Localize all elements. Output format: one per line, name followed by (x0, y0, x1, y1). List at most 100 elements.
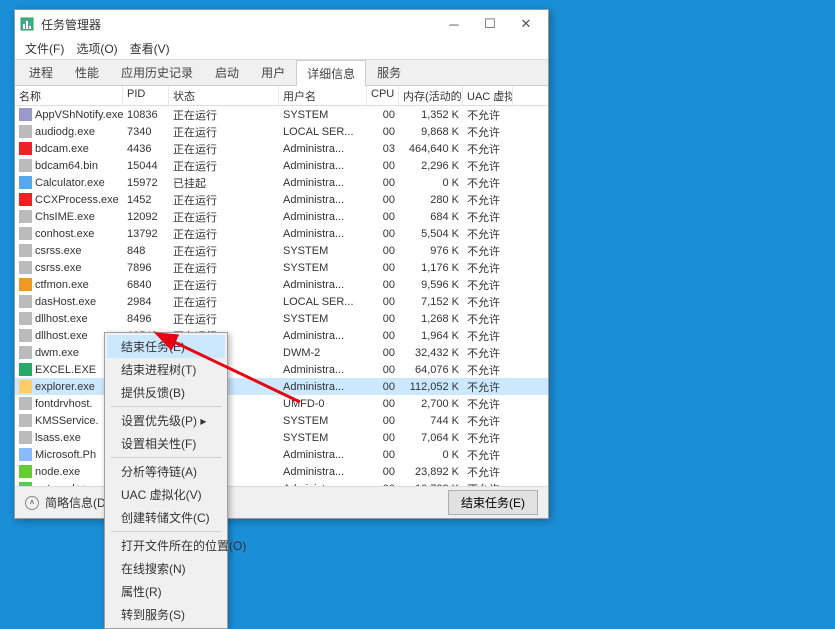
menu-item[interactable]: 查看(V) (124, 38, 176, 59)
context-menu-item[interactable]: 分析等待链(A) (107, 460, 225, 483)
col-status[interactable]: 状态 (169, 86, 279, 105)
context-menu-item[interactable]: UAC 虚拟化(V) (107, 483, 225, 506)
table-row[interactable]: AppVShNotify.exe10836正在运行SYSTEM001,352 K… (15, 106, 548, 123)
table-row[interactable]: ChsIME.exe12092正在运行Administra...00684 K不… (15, 208, 548, 225)
process-user: Administra... (279, 160, 367, 172)
table-row[interactable]: node.exeAdministra...0023,892 K不允许 (15, 463, 548, 480)
process-uac: 不允许 (463, 277, 513, 293)
context-menu-item[interactable]: 转到服务(S) (107, 603, 225, 626)
menu-item[interactable]: 选项(O) (70, 38, 123, 59)
col-mem[interactable]: 内存(活动的) (399, 86, 463, 105)
process-uac: 不允许 (463, 362, 513, 378)
process-mem: 32,432 K (399, 347, 463, 359)
context-menu[interactable]: 结束任务(E)结束进程树(T)提供反馈(B) 设置优先级(P) ▸设置相关性(F)… (104, 332, 228, 629)
table-row[interactable]: lsass.exeSYSTEM007,064 K不允许 (15, 429, 548, 446)
tab[interactable]: 用户 (250, 59, 296, 85)
fewer-details-toggle[interactable]: ˄ 简略信息(D) (25, 494, 110, 511)
process-icon (19, 210, 32, 223)
tab[interactable]: 进程 (18, 59, 64, 85)
table-row[interactable]: csrss.exe7896正在运行SYSTEM001,176 K不允许 (15, 259, 548, 276)
process-icon (19, 193, 32, 206)
process-cpu: 00 (367, 364, 399, 376)
process-cpu: 00 (367, 109, 399, 121)
process-user: LOCAL SER... (279, 296, 367, 308)
process-name: csrss.exe (35, 262, 81, 274)
process-user: SYSTEM (279, 415, 367, 427)
tab[interactable]: 服务 (366, 59, 412, 85)
process-icon (19, 244, 32, 257)
table-row[interactable]: dasHost.exe2984正在运行LOCAL SER...007,152 K… (15, 293, 548, 310)
process-icon (19, 108, 32, 121)
tab[interactable]: 应用历史记录 (110, 59, 204, 85)
process-uac: 不允许 (463, 192, 513, 208)
table-row[interactable]: fontdrvhost.UMFD-0002,700 K不允许 (15, 395, 548, 412)
table-row[interactable]: explorer.exeAdministra...00112,052 K不允许 (15, 378, 548, 395)
titlebar[interactable]: 任务管理器 ─ ☐ ✕ (15, 10, 548, 38)
process-mem: 0 K (399, 177, 463, 189)
table-row[interactable]: KMSService.SYSTEM00744 K不允许 (15, 412, 548, 429)
process-cpu: 00 (367, 228, 399, 240)
process-cpu: 00 (367, 347, 399, 359)
context-menu-item[interactable]: 设置优先级(P) ▸ (107, 409, 225, 432)
process-pid: 10836 (123, 109, 169, 121)
context-menu-item[interactable]: 设置相关性(F) (107, 432, 225, 455)
process-cpu: 00 (367, 177, 399, 189)
process-pid: 2984 (123, 296, 169, 308)
maximize-button[interactable]: ☐ (472, 12, 508, 36)
col-uac[interactable]: UAC 虚拟化 (463, 86, 513, 105)
process-user: DWM-2 (279, 347, 367, 359)
process-user: Administra... (279, 483, 367, 487)
process-icon (19, 176, 32, 189)
context-menu-item[interactable]: 结束任务(E) (107, 335, 225, 358)
table-row[interactable]: dwm.exe11236正在运行DWM-20032,432 K不允许 (15, 344, 548, 361)
table-row[interactable]: audiodg.exe7340正在运行LOCAL SER...009,868 K… (15, 123, 548, 140)
end-task-button[interactable]: 结束任务(E) (448, 490, 538, 515)
col-name[interactable]: 名称 (15, 86, 123, 105)
table-row[interactable]: Calculator.exe15972已挂起Administra...000 K… (15, 174, 548, 191)
context-menu-item[interactable]: 打开文件所在的位置(O) (107, 534, 225, 557)
menu-item[interactable]: 文件(F) (19, 38, 70, 59)
table-row[interactable]: bdcam64.bin15044正在运行Administra...002,296… (15, 157, 548, 174)
process-uac: 不允许 (463, 447, 513, 463)
process-name: dwm.exe (35, 347, 79, 359)
menubar: 文件(F)选项(O)查看(V) (15, 38, 548, 60)
table-row[interactable]: dllhost.exe10548正在运行Administra...001,964… (15, 327, 548, 344)
process-pid: 13792 (123, 228, 169, 240)
process-user: Administra... (279, 228, 367, 240)
column-headers[interactable]: 名称 PID 状态 用户名 CPU 内存(活动的) UAC 虚拟化 (15, 86, 548, 106)
context-menu-item[interactable]: 在线搜索(N) (107, 557, 225, 580)
tab[interactable]: 性能 (64, 59, 110, 85)
context-menu-item[interactable]: 提供反馈(B) (107, 381, 225, 404)
process-cpu: 00 (367, 466, 399, 478)
process-icon (19, 329, 32, 342)
table-row[interactable]: bdcam.exe4436正在运行Administra...03464,640 … (15, 140, 548, 157)
col-user[interactable]: 用户名 (279, 86, 367, 105)
context-menu-item[interactable]: 结束进程树(T) (107, 358, 225, 381)
table-row[interactable]: conhost.exe13792正在运行Administra...005,504… (15, 225, 548, 242)
table-row[interactable]: CCXProcess.exe1452正在运行Administra...00280… (15, 191, 548, 208)
process-uac: 不允许 (463, 464, 513, 480)
table-row[interactable]: csrss.exe848正在运行SYSTEM00976 K不允许 (15, 242, 548, 259)
table-row[interactable]: dllhost.exe8496正在运行SYSTEM001,268 K不允许 (15, 310, 548, 327)
process-mem: 280 K (399, 194, 463, 206)
close-button[interactable]: ✕ (508, 12, 544, 36)
process-list[interactable]: AppVShNotify.exe10836正在运行SYSTEM001,352 K… (15, 106, 548, 486)
minimize-button[interactable]: ─ (436, 12, 472, 36)
context-menu-item[interactable]: 创建转储文件(C) (107, 506, 225, 529)
tab[interactable]: 启动 (204, 59, 250, 85)
process-status: 正在运行 (169, 294, 279, 310)
process-name: dasHost.exe (35, 296, 96, 308)
fewer-details-label: 简略信息(D) (45, 494, 110, 511)
table-row[interactable]: Microsoft.PhAdministra...000 K不允许 (15, 446, 548, 463)
process-icon (19, 278, 32, 291)
tab[interactable]: 详细信息 (296, 60, 366, 86)
col-cpu[interactable]: CPU (367, 86, 399, 105)
process-uac: 不允许 (463, 141, 513, 157)
process-status: 正在运行 (169, 277, 279, 293)
table-row[interactable]: EXCEL.EXE8300正在运行Administra...0064,076 K… (15, 361, 548, 378)
process-mem: 744 K (399, 415, 463, 427)
col-pid[interactable]: PID (123, 86, 169, 105)
process-status: 正在运行 (169, 243, 279, 259)
table-row[interactable]: ctfmon.exe6840正在运行Administra...009,596 K… (15, 276, 548, 293)
table-row[interactable]: notepad++.eAdministra...0010,728 K不允许 (15, 480, 548, 486)
